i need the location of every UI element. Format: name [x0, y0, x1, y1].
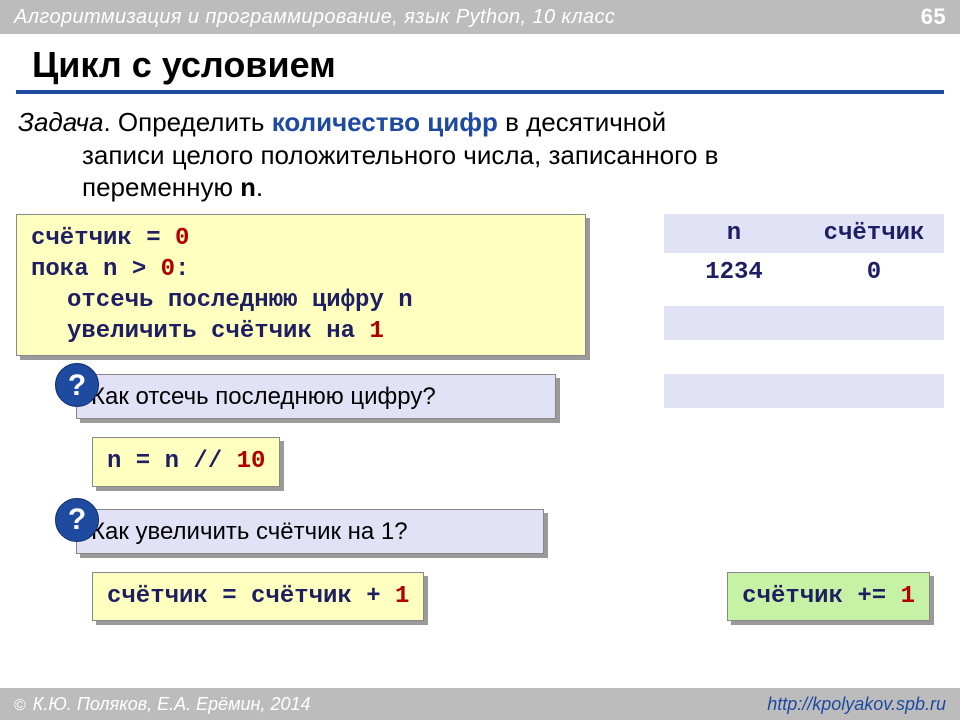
task-label: Задача [18, 107, 103, 137]
row-pseudo-trace: счётчик = 0 пока n > 0: отсечь последнюю… [16, 214, 944, 357]
slide-title: Цикл с условием [16, 34, 944, 94]
task-text: Задача. Определить количество цифр в дес… [0, 102, 960, 214]
pseudo-code-box: счётчик = 0 пока n > 0: отсечь последнюю… [16, 214, 586, 357]
page-number: 65 [921, 4, 946, 30]
trace-row-2 [664, 306, 944, 340]
row-code2: счётчик = счётчик + 1 счётчик += 1 [16, 572, 944, 621]
pseudo-l4b: 1 [369, 318, 383, 345]
row-q2: ? Как увеличить счётчик на 1? [16, 509, 944, 554]
trace-table-extra [664, 374, 944, 408]
code-counter-short: счётчик += 1 [727, 572, 930, 621]
footer-authors: © К.Ю. Поляков, Е.А. Ерёмин, 2014 [14, 694, 311, 715]
task-text-3b: . [256, 172, 263, 202]
question-1-box: ? Как отсечь последнюю цифру? [76, 374, 556, 419]
code3-a: счётчик += [742, 583, 900, 610]
pseudo-l1b: 0 [175, 225, 189, 252]
question-mark-icon: ? [55, 498, 99, 542]
content-area: счётчик = 0 пока n > 0: отсечь последнюю… [0, 214, 960, 622]
trace-row-3 [664, 374, 944, 408]
trace-gap-1 [664, 292, 944, 306]
question-2-box: ? Как увеличить счётчик на 1? [76, 509, 544, 554]
pseudo-l1a: счётчик = [31, 225, 175, 252]
pseudo-l4a: увеличить счётчик на [67, 318, 369, 345]
code1-a: n = n // [107, 448, 237, 475]
trace-h-n: n [664, 214, 804, 253]
task-keyword: количество цифр [272, 107, 498, 137]
footer-authors-text: К.Ю. Поляков, Е.А. Ерёмин, 2014 [28, 694, 311, 714]
question-mark-icon: ? [55, 363, 99, 407]
pseudo-l4: увеличить счётчик на 1 [31, 316, 571, 347]
question-1-text: Как отсечь последнюю цифру? [91, 383, 436, 410]
row-code1: n = n // 10 [16, 437, 944, 486]
copyright-icon: © [14, 697, 26, 714]
pseudo-l2: пока n > 0: [31, 254, 571, 285]
pseudo-l2a: пока n > [31, 256, 161, 283]
trace-row-1: 1234 0 [664, 253, 944, 292]
task-text-3a: переменную [82, 172, 240, 202]
code-n-div: n = n // 10 [92, 437, 280, 486]
course-title: Алгоритмизация и программирование, язык … [14, 6, 615, 29]
pseudo-l2b: 0 [161, 256, 175, 283]
pseudo-l3: отсечь последнюю цифру n [31, 285, 571, 316]
code1-b: 10 [237, 448, 266, 475]
q1-wrap: ? Как отсечь последнюю цифру? [16, 374, 586, 419]
row-q1: ? Как отсечь последнюю цифру? [16, 374, 944, 419]
task-line-2: записи целого положительного числа, запи… [18, 139, 942, 172]
task-text-2: в десятичной [498, 107, 666, 137]
footer-url: http://kpolyakov.spb.ru [767, 694, 946, 715]
q2-wrap: ? Как увеличить счётчик на 1? [16, 509, 544, 554]
trace-r1-n: 1234 [664, 253, 804, 292]
code3-b: 1 [901, 583, 915, 610]
code2-a: счётчик = счётчик + [107, 583, 395, 610]
code2-b: 1 [395, 583, 409, 610]
trace-header: n счётчик [664, 214, 944, 253]
footer-bar: © К.Ю. Поляков, Е.А. Ерёмин, 2014 http:/… [0, 688, 960, 720]
trace-table: n счётчик 1234 0 [664, 214, 944, 340]
task-text-1: . Определить [103, 107, 271, 137]
pseudo-l1: счётчик = 0 [31, 223, 571, 254]
question-2-text: Как увеличить счётчик на 1? [91, 518, 408, 545]
pseudo-l2c: : [175, 256, 189, 283]
task-line-3: переменную n. [18, 171, 942, 206]
trace-h-count: счётчик [804, 214, 944, 253]
pseudo-l3t: отсечь последнюю цифру n [67, 287, 413, 314]
header-bar: Алгоритмизация и программирование, язык … [0, 0, 960, 34]
slide: Алгоритмизация и программирование, язык … [0, 0, 960, 720]
task-var: n [240, 174, 256, 204]
code-counter-long: счётчик = счётчик + 1 [92, 572, 424, 621]
trace-r1-count: 0 [804, 253, 944, 292]
